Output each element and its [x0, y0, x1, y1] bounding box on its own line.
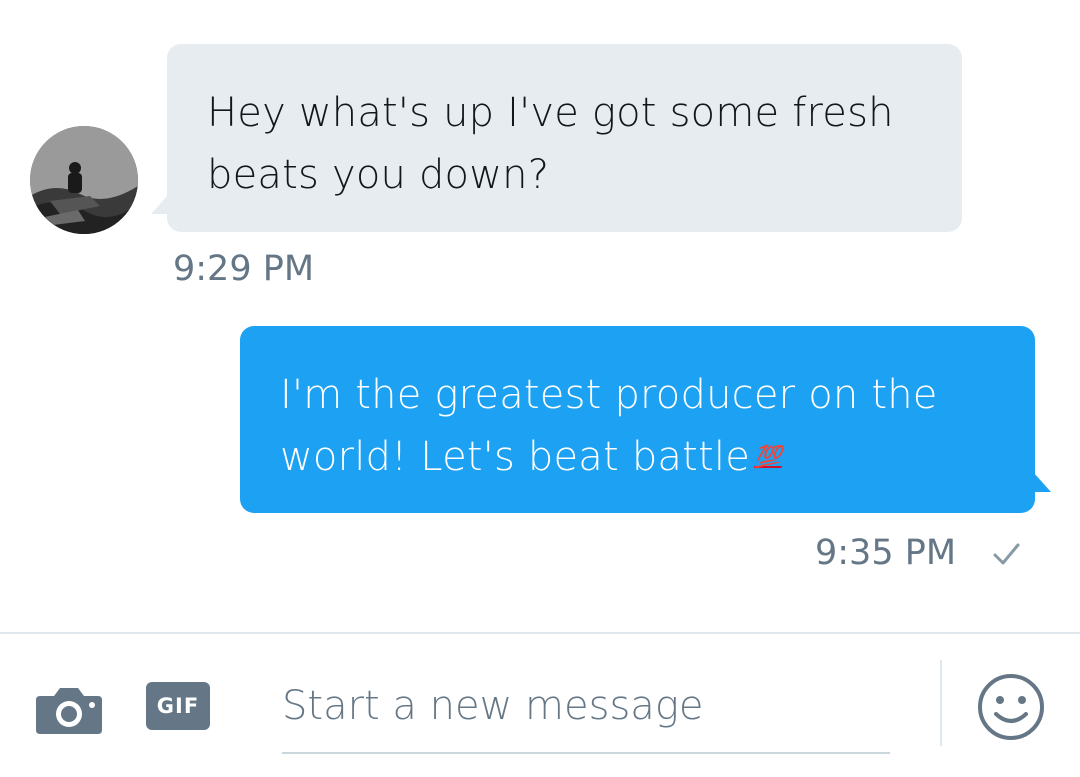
- incoming-timestamp: 9:29 PM: [173, 249, 315, 289]
- composer-vertical-divider: [940, 660, 942, 746]
- outgoing-message-bubble[interactable]: I'm the greatest producer on the world! …: [240, 326, 1051, 513]
- gif-button[interactable]: GIF: [146, 682, 210, 730]
- incoming-message-text: Hey what's up I've got some fresh beats …: [207, 82, 932, 206]
- composer-divider: [0, 632, 1080, 634]
- bubble-tail: [151, 194, 169, 214]
- outgoing-text-line-2-wrap: world! Let's beat battle 💯: [280, 426, 1005, 489]
- bubble-tail: [1033, 472, 1051, 492]
- outgoing-timestamp: 9:35 PM: [815, 533, 957, 573]
- outgoing-message-text: I'm the greatest producer on the world! …: [280, 364, 1005, 489]
- outgoing-text-line-1: I'm the greatest producer on the: [280, 372, 938, 418]
- incoming-text-line-2: beats you down?: [207, 152, 550, 198]
- sender-avatar[interactable]: [30, 126, 138, 234]
- outgoing-text-line-2: world! Let's beat battle: [280, 434, 751, 480]
- camera-icon[interactable]: [36, 686, 102, 734]
- dm-conversation-screen: Hey what's up I've got some fresh beats …: [0, 0, 1080, 777]
- incoming-text-line-1: Hey what's up I've got some fresh: [207, 90, 894, 136]
- hundred-points-emoji: 💯: [754, 445, 782, 470]
- message-input[interactable]: [282, 664, 890, 754]
- avatar-photo: [30, 126, 138, 234]
- check-icon: [993, 543, 1020, 565]
- incoming-message-bubble[interactable]: Hey what's up I've got some fresh beats …: [151, 44, 962, 232]
- smiley-icon[interactable]: [976, 672, 1046, 742]
